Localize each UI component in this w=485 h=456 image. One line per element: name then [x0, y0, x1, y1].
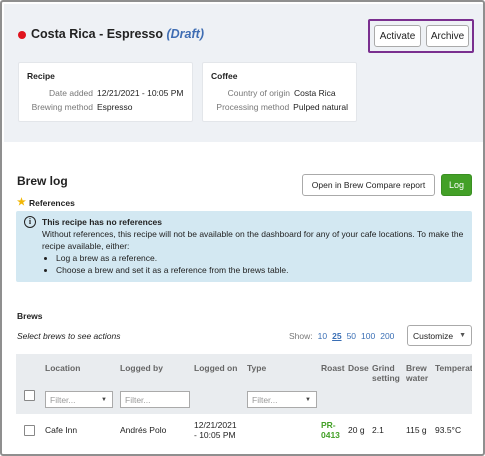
row-checkbox[interactable]	[24, 425, 35, 436]
column-brew-water[interactable]: Brew water	[406, 363, 432, 383]
type-filter-placeholder: Filter...	[252, 394, 278, 405]
draft-badge: (Draft)	[166, 27, 204, 41]
logged-on-time: - 10:05 PM	[194, 430, 236, 440]
alert-list-item: Log a brew as a reference.	[56, 252, 464, 264]
recipe-name: Costa Rica - Espresso	[31, 27, 163, 41]
column-logged-on[interactable]: Logged on	[194, 363, 237, 373]
cell-water: 115 g	[406, 425, 427, 435]
recipe-header: Costa Rica - Espresso (Draft) Activate A…	[4, 4, 483, 142]
cell-dose: 20 g	[348, 425, 365, 435]
column-location[interactable]: Location	[45, 363, 80, 373]
type-filter[interactable]: Filter... ▼	[247, 391, 317, 408]
alert-list-item: Choose a brew and set it as a reference …	[56, 264, 464, 276]
brew-log-title: Brew log	[17, 174, 68, 188]
coffee-card-title: Coffee	[211, 71, 238, 81]
brewing-method-label: Brewing method	[31, 102, 93, 112]
cell-temperature: 93.5°C	[435, 425, 462, 435]
date-added-value: 12/21/2021 - 10:05 PM	[97, 88, 184, 98]
brew-recipe-page: Costa Rica - Espresso (Draft) Activate A…	[0, 0, 485, 456]
references-heading: ★ References	[17, 197, 75, 208]
roast-code-part2: 0413	[321, 430, 340, 440]
page-size-100[interactable]: 100	[361, 331, 375, 341]
cell-logged-on: 12/21/2021 - 10:05 PM	[194, 420, 237, 440]
brews-heading: Brews	[17, 311, 43, 321]
column-grind-setting[interactable]: Grind setting	[372, 363, 402, 383]
alert-list: Log a brew as a reference. Choose a brew…	[56, 252, 464, 276]
references-label: References	[28, 197, 75, 208]
archive-button[interactable]: Archive	[426, 25, 469, 47]
page-size-selector: Show: 10 25 50 100 200	[289, 331, 394, 341]
column-roast[interactable]: Roast	[321, 363, 345, 373]
page-size-200[interactable]: 200	[380, 331, 394, 341]
customize-button[interactable]: Customize ▼	[407, 325, 472, 346]
alert-text: Without references, this recipe will not…	[42, 229, 464, 251]
table-header: Location Logged by Logged on Type Roast …	[16, 354, 472, 414]
log-button[interactable]: Log	[441, 174, 472, 196]
coffee-card: Coffee Country of origin Costa Rica Proc…	[202, 62, 357, 122]
chevron-down-icon: ▼	[305, 396, 311, 403]
cell-grind: 2.1	[372, 425, 384, 435]
column-type[interactable]: Type	[247, 363, 266, 373]
page-size-25[interactable]: 25	[332, 331, 341, 341]
logged-by-filter[interactable]: Filter...	[120, 391, 190, 408]
brew-compare-button[interactable]: Open in Brew Compare report	[302, 174, 435, 196]
processing-method-value: Pulped natural	[293, 102, 348, 112]
info-icon: i	[24, 216, 36, 228]
page-size-50[interactable]: 50	[347, 331, 356, 341]
select-all-checkbox[interactable]	[24, 390, 35, 401]
brewing-method-value: Espresso	[97, 102, 133, 112]
page-size-10[interactable]: 10	[318, 331, 327, 341]
recipe-title: Costa Rica - Espresso (Draft)	[31, 27, 204, 41]
column-temperature[interactable]: Temperatu	[435, 363, 472, 373]
cell-roast-link[interactable]: PR- 0413	[321, 420, 340, 440]
logged-on-date: 12/21/2021	[194, 420, 237, 430]
brews-table: Location Logged by Logged on Type Roast …	[16, 354, 472, 444]
cell-location: Cafe Inn	[45, 425, 78, 435]
chevron-down-icon: ▼	[101, 396, 107, 403]
location-filter-placeholder: Filter...	[50, 394, 76, 405]
activate-button[interactable]: Activate	[374, 25, 421, 47]
roast-code-part1: PR-	[321, 420, 336, 430]
alert-title: This recipe has no references	[42, 217, 162, 227]
column-dose[interactable]: Dose	[348, 363, 369, 373]
recipe-card-title: Recipe	[27, 71, 55, 81]
star-icon: ★	[17, 197, 26, 208]
customize-label: Customize	[412, 330, 454, 341]
cell-logged-by: Andrés Polo	[120, 425, 167, 435]
country-of-origin-label: Country of origin	[227, 88, 290, 98]
show-label: Show:	[289, 331, 313, 341]
select-hint: Select brews to see actions	[17, 331, 121, 341]
chevron-down-icon: ▼	[459, 332, 467, 339]
date-added-label: Date added	[49, 88, 93, 98]
status-dot-icon	[18, 31, 26, 39]
logged-by-filter-placeholder: Filter...	[125, 394, 151, 405]
no-references-alert: i This recipe has no references Without …	[16, 211, 472, 282]
table-row[interactable]: Cafe Inn Andrés Polo 12/21/2021 - 10:05 …	[16, 416, 472, 444]
column-logged-by[interactable]: Logged by	[120, 363, 163, 373]
location-filter[interactable]: Filter... ▼	[45, 391, 113, 408]
country-of-origin-value: Costa Rica	[294, 88, 336, 98]
processing-method-label: Processing method	[216, 102, 290, 112]
recipe-card: Recipe Date added 12/21/2021 - 10:05 PM …	[18, 62, 193, 122]
